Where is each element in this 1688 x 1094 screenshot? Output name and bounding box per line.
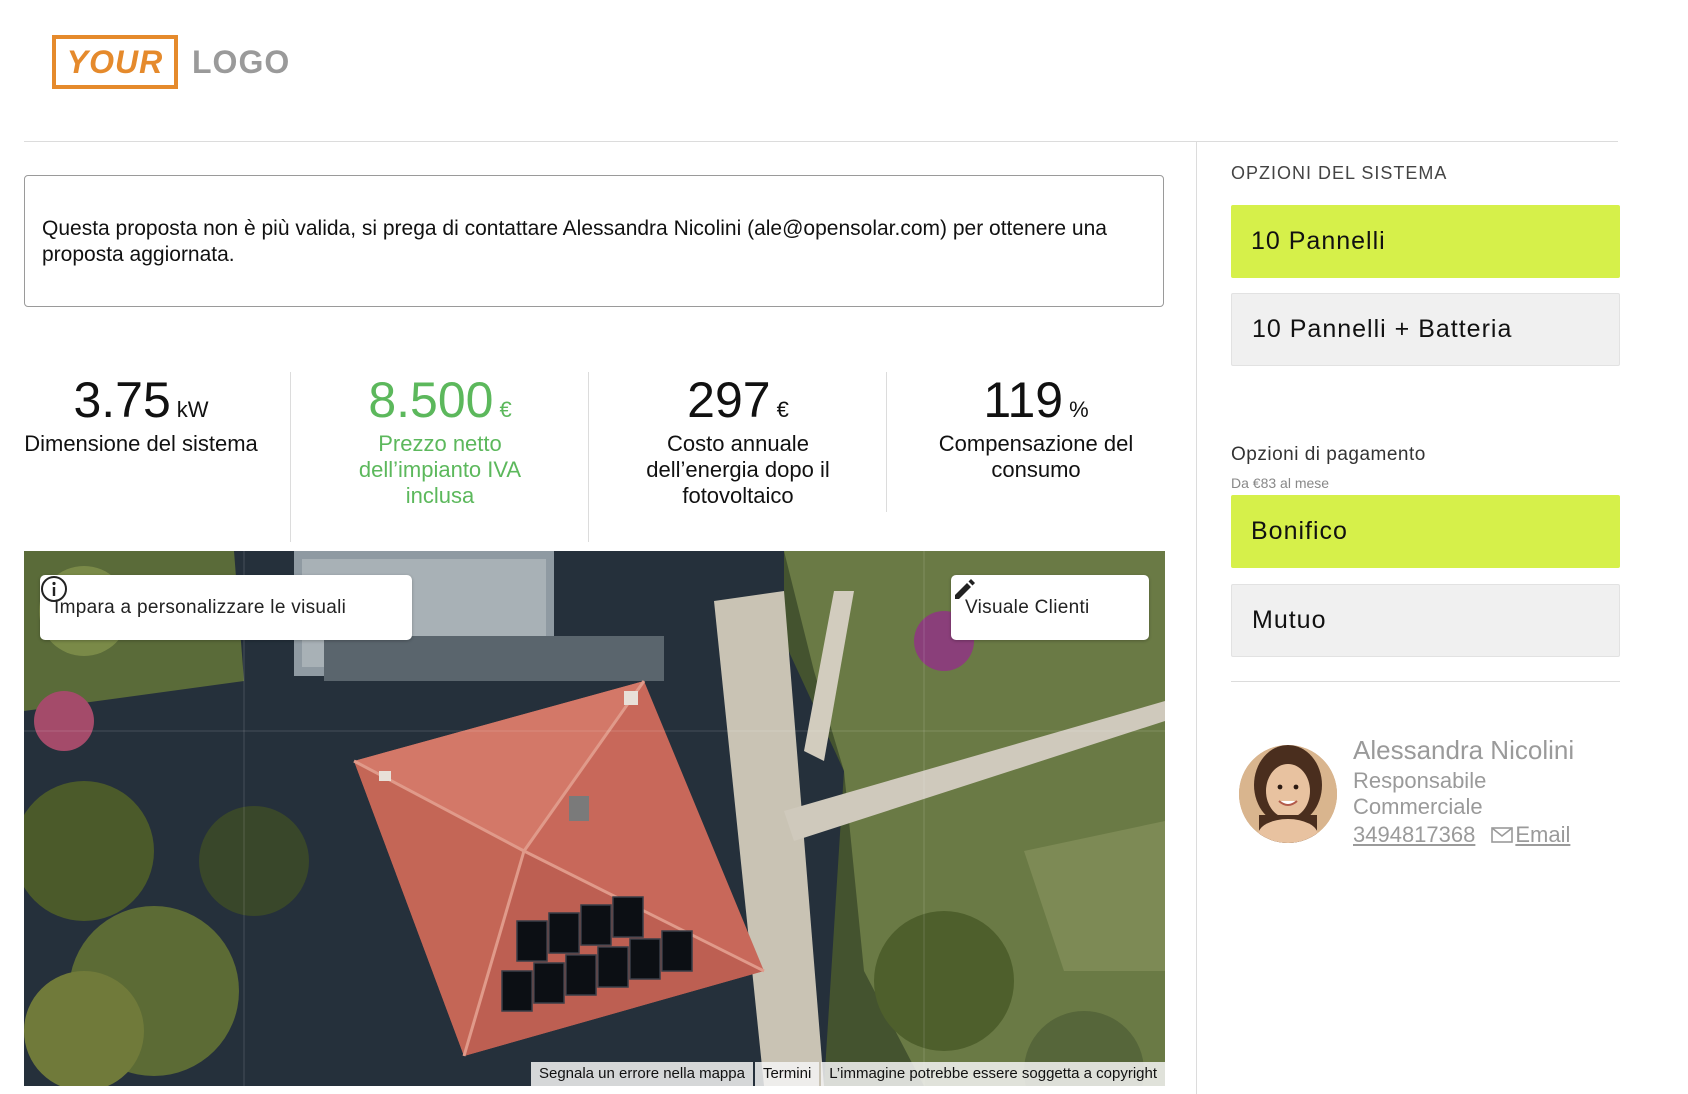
sales-rep-avatar (1239, 745, 1337, 843)
stat-unit: € (499, 397, 512, 422)
phone-link[interactable]: 3494817368 (1353, 822, 1475, 848)
sidebar-divider (1196, 141, 1197, 1094)
stat-label: Dimensione del sistema (24, 431, 258, 456)
payment-options-subtitle: Da €83 al mese (1231, 475, 1330, 491)
copyright-notice: L’immagine potrebbe essere soggetta a co… (821, 1062, 1165, 1086)
stat-annual-cost: 297 € Costo annuale dell’energia dopo il… (608, 372, 868, 509)
email-link[interactable]: Email (1515, 822, 1570, 848)
logo-box: YOUR (52, 35, 178, 89)
company-logo: YOUR LOGO (52, 34, 290, 90)
map-attribution: Segnala un errore nella mappa Termini L’… (529, 1062, 1165, 1086)
notice-text: Questa proposta non è più valida, si pre… (42, 217, 1107, 266)
learn-button-label: Impara a personalizzare le visuali (54, 596, 347, 618)
logo-your-text: YOUR (66, 43, 164, 80)
stat-unit: % (1069, 397, 1089, 422)
mail-icon (1491, 827, 1514, 843)
option-label: Mutuo (1252, 606, 1327, 634)
sales-rep-role: Responsabile Commerciale (1353, 768, 1487, 819)
expired-proposal-notice: Questa proposta non è più valida, si pre… (24, 175, 1164, 307)
sales-rep-contact-links: 3494817368 Email (1353, 822, 1570, 848)
payment-options-title: Opzioni di pagamento (1231, 444, 1426, 465)
satellite-map[interactable]: Impara a personalizzare le visuali Visua… (24, 551, 1165, 1086)
payment-option-mutuo[interactable]: Mutuo (1231, 584, 1620, 657)
stat-separator (886, 372, 887, 512)
sidebar-section-divider (1231, 681, 1620, 682)
stat-value: 8.500 (368, 372, 494, 428)
header-divider (24, 141, 1618, 142)
stat-separator (290, 372, 291, 542)
system-options-title: OPZIONI DEL SISTEMA (1231, 163, 1448, 183)
stat-net-price: 8.500 € Prezzo netto dell’impianto IVA i… (310, 372, 570, 509)
system-option-10-panels-battery[interactable]: 10 Pannelli + Batteria (1231, 293, 1620, 366)
stat-system-size: 3.75 kW Dimensione del sistema (18, 372, 264, 457)
terms-link[interactable]: Termini (754, 1062, 820, 1086)
info-icon (41, 576, 67, 602)
system-option-10-panels[interactable]: 10 Pannelli (1231, 205, 1620, 278)
logo-logo-text: LOGO (192, 43, 291, 80)
option-label: Bonifico (1251, 517, 1348, 545)
stat-label: Compensazione del consumo (938, 431, 1134, 482)
option-label: 10 Pannelli + Batteria (1252, 315, 1513, 343)
sales-rep-name: Alessandra Nicolini (1353, 735, 1575, 765)
customer-view-label: Visuale Clienti (965, 596, 1090, 618)
stat-unit: kW (176, 397, 209, 422)
stat-label: Prezzo netto dell’impianto IVA inclusa (358, 431, 522, 508)
stat-unit: € (776, 397, 789, 422)
stat-label: Costo annuale dell’energia dopo il fotov… (646, 431, 830, 508)
pencil-icon (955, 579, 975, 599)
learn-customize-visuals-button[interactable]: Impara a personalizzare le visuali (40, 575, 412, 640)
stat-value: 3.75 (73, 372, 171, 428)
report-map-error-link[interactable]: Segnala un errore nella mappa (530, 1062, 753, 1086)
customer-view-button[interactable]: Visuale Clienti (951, 575, 1149, 640)
payment-option-bonifico[interactable]: Bonifico (1231, 495, 1620, 568)
stat-value: 297 (687, 372, 771, 428)
option-label: 10 Pannelli (1251, 227, 1386, 255)
stat-value: 119 (983, 372, 1064, 428)
stat-consumption-offset: 119 % Compensazione del consumo (906, 372, 1166, 483)
stat-separator (588, 372, 589, 542)
